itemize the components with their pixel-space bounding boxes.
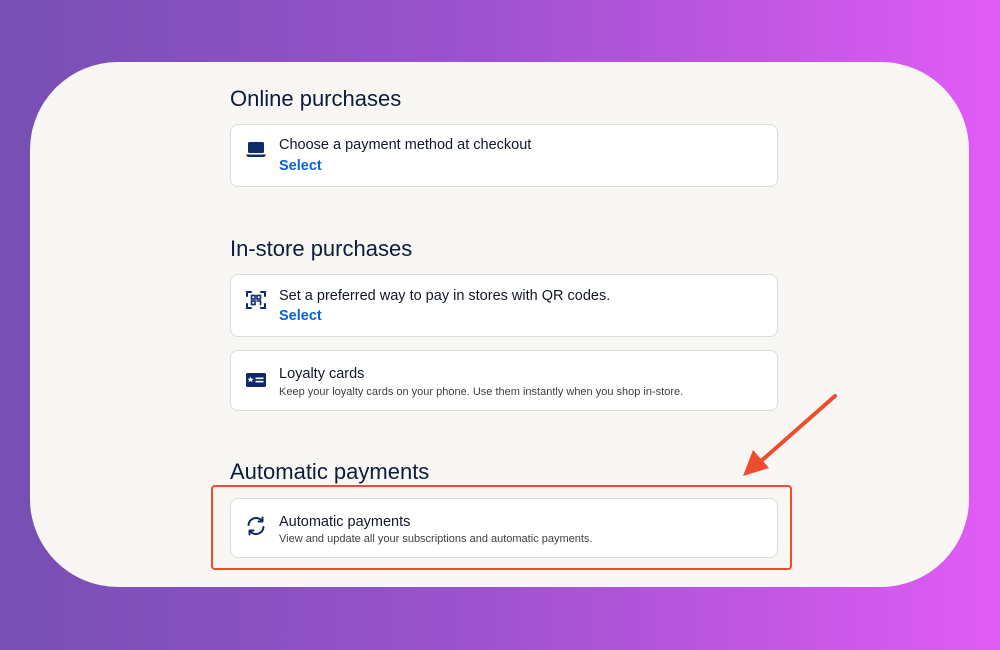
qr-select-link[interactable]: Select <box>279 308 322 324</box>
qr-scan-icon <box>245 289 267 311</box>
section-heading-online-purchases: Online purchases <box>230 86 402 111</box>
checkout-select-link[interactable]: Select <box>279 158 322 174</box>
qr-code-payment-tile[interactable]: Set a preferred way to pay in stores wit… <box>230 274 778 337</box>
loyalty-cards-tile[interactable]: Loyalty cards Keep your loyalty cards on… <box>230 350 778 411</box>
checkout-tile-title: Choose a payment method at checkout <box>279 137 532 153</box>
checkout-payment-method-tile[interactable]: Choose a payment method at checkout Sele… <box>230 124 778 187</box>
section-heading-automatic-payments: Automatic payments <box>230 459 430 484</box>
id-card-icon <box>245 369 267 391</box>
highlight-box <box>211 485 792 570</box>
section-heading-in-store-purchases: In-store purchases <box>230 236 413 261</box>
qr-tile-title: Set a preferred way to pay in stores wit… <box>279 288 611 304</box>
loyalty-tile-title: Loyalty cards <box>279 366 365 382</box>
pointer-arrow-icon <box>743 394 837 476</box>
laptop-icon <box>245 138 267 160</box>
loyalty-tile-subtitle: Keep your loyalty cards on your phone. U… <box>279 386 684 398</box>
